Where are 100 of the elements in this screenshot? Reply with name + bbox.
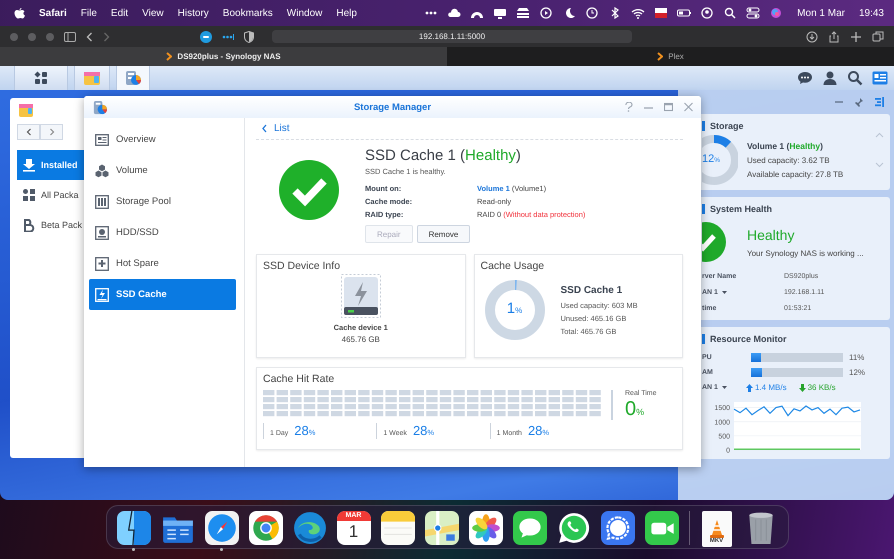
cubes-icon [95, 164, 109, 178]
menu-item[interactable]: Edit [110, 8, 128, 18]
nav-item[interactable]: Volume [89, 155, 236, 186]
action-button[interactable]: Remove [416, 225, 470, 243]
menu-item[interactable]: History [178, 8, 209, 18]
usage-percent: 1% [506, 300, 524, 317]
search-icon[interactable] [847, 70, 863, 86]
menu-time[interactable]: 19:43 [858, 8, 884, 18]
wifi-icon[interactable] [631, 7, 646, 19]
forward-button[interactable] [40, 124, 63, 140]
widget-title: System Health [710, 204, 772, 214]
chat-bubble-icon[interactable] [600, 511, 634, 545]
volume-status: Volume 1 (Healthy) [747, 141, 824, 151]
package-nav-item[interactable]: Installed [17, 150, 84, 180]
section-marker [702, 204, 705, 214]
swirl-icon[interactable] [292, 511, 326, 545]
compass-icon[interactable] [204, 511, 238, 545]
back-link[interactable]: List [256, 118, 683, 140]
pool-icon [95, 194, 109, 208]
browser-tab[interactable]: DS920plus - Synology NAS [0, 47, 447, 66]
taskbar-app-button[interactable] [116, 66, 150, 90]
browser-tab[interactable]: Plex [447, 47, 894, 66]
chevron-icon [166, 52, 172, 61]
sidebar-icon[interactable] [64, 32, 76, 42]
chat-icon[interactable] [797, 70, 813, 86]
extension-icon[interactable] [200, 30, 212, 42]
nav-item[interactable]: Hot Spare [89, 248, 236, 279]
chevron-left-icon [26, 128, 32, 136]
cache-name: SSD Cache 1 [560, 284, 624, 296]
traffic-cone-icon [708, 520, 724, 538]
map-icon[interactable] [424, 511, 458, 545]
cache-heading: SSD Cache 1 (Healthy) [365, 147, 522, 164]
clock-icon[interactable] [585, 7, 600, 19]
shield-icon[interactable] [244, 30, 254, 42]
phone-bubble-icon[interactable] [556, 511, 590, 545]
search-icon[interactable] [723, 7, 738, 19]
menu-item[interactable]: File [80, 8, 97, 18]
health-status: Healthy [747, 226, 796, 242]
share-icon[interactable] [828, 30, 840, 42]
nav-item[interactable]: Storage Pool [89, 186, 236, 217]
widget-title: Storage [710, 121, 744, 131]
forward-icon[interactable] [103, 32, 110, 42]
package-nav-item[interactable]: Beta Pack [17, 210, 84, 240]
card-title: Cache Usage [480, 260, 546, 272]
battery-icon[interactable] [677, 7, 692, 19]
section-marker [702, 121, 705, 131]
beta-icon [22, 218, 36, 232]
dropdown-caret-icon[interactable] [722, 291, 727, 294]
pin-icon[interactable] [854, 97, 864, 107]
menu-item[interactable]: View [142, 8, 164, 18]
stack-icon[interactable] [516, 7, 530, 19]
address-field[interactable]: 192.168.1.11:5000 [272, 30, 632, 43]
capacity-text: Available capacity: 27.8 TB [747, 170, 844, 179]
menu-date[interactable]: Mon 1 Mar [797, 8, 845, 18]
display-icon[interactable] [493, 7, 508, 19]
nav-item[interactable]: Overview [89, 124, 236, 155]
health-message: Your Synology NAS is working ... [747, 248, 864, 258]
play-circle-icon[interactable] [539, 7, 554, 19]
menu-item[interactable]: Bookmarks [222, 8, 273, 18]
user-circle-icon[interactable] [700, 7, 714, 19]
panel-list-icon[interactable] [874, 97, 884, 107]
tabs-overview-icon[interactable] [872, 30, 884, 42]
toggles-icon[interactable] [746, 7, 760, 19]
real-time-value: 0% [625, 398, 646, 421]
disk-chart-icon [92, 100, 107, 114]
cloud-icon[interactable] [447, 7, 462, 19]
orb-icon[interactable] [769, 7, 784, 19]
notepad-icon[interactable] [380, 511, 414, 545]
menu-item[interactable]: Help [336, 8, 357, 18]
package-nav-item[interactable]: All Packa [17, 180, 84, 210]
package-icon [18, 102, 34, 118]
download-icon[interactable] [806, 30, 818, 42]
chevron-icon [657, 52, 664, 61]
package-icon [83, 70, 101, 86]
flag-icon[interactable] [654, 7, 668, 19]
drive-icon [340, 274, 381, 318]
video-camera-icon[interactable] [644, 511, 678, 545]
bolt-box-icon [95, 288, 109, 302]
device-size: 465.76 GB [342, 335, 380, 344]
capacity-text: Used capacity: 3.62 TB [747, 156, 831, 165]
apple-icon[interactable] [14, 7, 25, 19]
download-icon [22, 158, 36, 172]
user-icon[interactable] [822, 70, 838, 86]
speech-bubble-icon[interactable] [512, 511, 546, 545]
usage-donut [484, 280, 544, 340]
nav-item[interactable]: SSD Cache [89, 279, 236, 310]
back-button[interactable] [17, 124, 40, 140]
calendar-day: 1 [348, 521, 358, 543]
widget-title: Resource Monitor [710, 334, 787, 344]
back-icon[interactable] [86, 32, 93, 42]
disk-chart-icon [124, 70, 142, 86]
flower-icon[interactable] [468, 511, 502, 545]
menu-item[interactable]: Window [286, 8, 322, 18]
main-menu-button[interactable] [14, 66, 68, 90]
plus-icon[interactable] [850, 30, 862, 42]
nav-item[interactable]: HDD/SSD [89, 217, 236, 248]
dropdown-caret-icon[interactable] [722, 386, 727, 389]
split-square-icon[interactable] [116, 511, 150, 545]
widget-icon[interactable] [872, 70, 888, 86]
menu-app-name[interactable]: Safari [39, 8, 67, 18]
